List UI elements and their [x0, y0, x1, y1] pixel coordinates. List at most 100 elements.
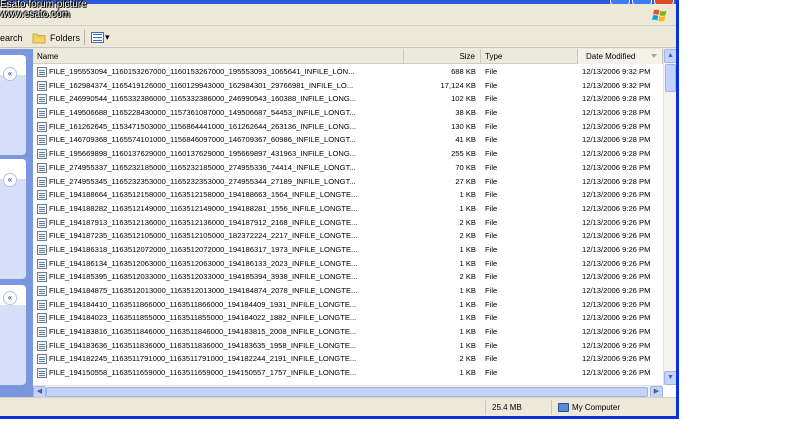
file-row[interactable]: FILE_194184875_1163512013000_11635120130… [33, 284, 663, 298]
file-size: 102 KB [451, 94, 476, 104]
file-icon [37, 190, 47, 201]
file-row[interactable]: FILE_274955337_1165232185000_11652321850… [33, 161, 663, 175]
file-date-modified: 12/13/2006 9:28 PM [582, 135, 651, 145]
collapse-icon[interactable]: « [3, 291, 17, 305]
column-header-type[interactable]: Type [481, 49, 578, 64]
file-size: 2 KB [459, 231, 476, 241]
file-type: File [485, 258, 498, 268]
vertical-scrollbar[interactable]: ▲ ▼ [663, 49, 676, 385]
file-row[interactable]: FILE_194186134_1163512063000_11635120630… [33, 257, 663, 271]
scroll-down-button[interactable]: ▼ [664, 371, 676, 385]
file-date-modified: 12/13/2006 9:26 PM [582, 190, 651, 200]
file-name: FILE_194188282_1163512149000_11635121490… [49, 203, 358, 213]
file-row[interactable]: FILE_194188282_1163512149000_11635121490… [33, 202, 663, 216]
file-date-modified: 12/13/2006 9:28 PM [582, 121, 651, 131]
file-date-modified: 12/13/2006 9:26 PM [582, 340, 651, 350]
file-row[interactable]: FILE_194185395_1163512033000_11635120330… [33, 270, 663, 284]
task-section: « [0, 285, 26, 385]
horizontal-scrollbar[interactable]: ◀ ▶ [33, 385, 663, 398]
toolbar: earch Folders ▾ [0, 27, 676, 48]
file-name: FILE_194183636_1163511836000_11635118360… [49, 340, 357, 350]
scroll-up-button[interactable]: ▲ [664, 49, 676, 63]
file-row[interactable]: FILE_146709368_1165574101000_11568460970… [33, 133, 663, 147]
file-size: 1 KB [459, 340, 476, 350]
file-icon [37, 272, 47, 283]
file-size: 688 KB [451, 67, 476, 76]
views-icon [91, 32, 104, 43]
file-type: File [485, 190, 498, 200]
file-size: 1 KB [459, 244, 476, 254]
file-type: File [485, 354, 498, 364]
sort-descending-icon [651, 54, 657, 58]
file-name: FILE_194185395_1163512033000_11635120330… [49, 272, 358, 282]
file-date-modified: 12/13/2006 9:32 PM [582, 67, 651, 76]
file-icon [37, 258, 47, 269]
file-row[interactable]: FILE_162984374_1165419126000_11601299430… [33, 79, 663, 93]
file-name: FILE_146709368_1165574101000_11568460970… [49, 135, 356, 145]
file-date-modified: 12/13/2006 9:32 PM [582, 80, 651, 90]
horizontal-scroll-thumb[interactable] [46, 387, 648, 397]
file-date-modified: 12/13/2006 9:26 PM [582, 203, 651, 213]
search-label: earch [0, 32, 23, 43]
file-icon [37, 299, 47, 310]
file-name: FILE_194188664_1163512158000_11635121580… [49, 190, 358, 200]
folders-label: Folders [50, 32, 81, 43]
file-row[interactable]: FILE_194187913_1163512136000_11635121360… [33, 216, 663, 230]
file-icon [37, 340, 47, 351]
file-date-modified: 12/13/2006 9:26 PM [582, 299, 651, 309]
file-row[interactable]: FILE_194188664_1163512158000_11635121580… [33, 188, 663, 202]
file-icon [37, 108, 47, 119]
file-size: 2 KB [459, 272, 476, 282]
status-location: My Computer [551, 400, 671, 415]
file-icon [37, 244, 47, 255]
vertical-scroll-thumb[interactable] [665, 64, 676, 92]
explorer-window: earch Folders ▾ « « « Name Size Type Dat… [0, 0, 679, 419]
column-header-size[interactable]: Size [404, 49, 481, 64]
file-size: 27 KB [455, 176, 476, 186]
file-row[interactable]: FILE_194187235_1163512105000_11635121050… [33, 229, 663, 243]
file-row[interactable]: FILE_195669898_1160137629000_11601376290… [33, 147, 663, 161]
file-type: File [485, 313, 498, 323]
folder-icon [32, 33, 46, 43]
file-icon [37, 176, 47, 187]
file-type: File [485, 162, 498, 172]
file-row[interactable]: FILE_195553094_1160153267000_11601532670… [33, 65, 663, 79]
file-row[interactable]: FILE_194182245_1163511791000_11635117910… [33, 352, 663, 366]
file-date-modified: 12/13/2006 9:28 PM [582, 149, 651, 159]
file-row[interactable]: FILE_246990544_1165332386000_11653323860… [33, 92, 663, 106]
file-row[interactable]: FILE_194184410_1163511866000_11635118660… [33, 298, 663, 312]
file-row[interactable]: FILE_194150558_1163511659000_11635116590… [33, 366, 663, 380]
file-date-modified: 12/13/2006 9:28 PM [582, 94, 651, 104]
watermark-line: www.esato.com [0, 9, 71, 20]
file-icon [37, 354, 47, 365]
file-size: 1 KB [459, 190, 476, 200]
file-name: FILE_274955337_1165232185000_11652321850… [49, 162, 356, 172]
column-header-date-modified[interactable]: Date Modified [578, 49, 663, 64]
file-name: FILE_161262645_1153471503000_11568644410… [49, 121, 357, 131]
file-icon [37, 121, 47, 132]
file-type: File [485, 176, 498, 186]
task-section: « [0, 55, 26, 155]
file-row[interactable]: FILE_194183636_1163511836000_11635118360… [33, 339, 663, 353]
file-size: 1 KB [459, 286, 476, 295]
collapse-icon[interactable]: « [3, 173, 17, 187]
file-row[interactable]: FILE_194186318_1163512072000_11635120720… [33, 243, 663, 257]
file-icon [37, 368, 47, 379]
column-header-name[interactable]: Name [33, 49, 404, 64]
file-type: File [485, 231, 498, 241]
windows-logo-icon [652, 9, 667, 22]
file-row[interactable]: FILE_149506688_1165228430000_11573610870… [33, 106, 663, 120]
file-row[interactable]: FILE_194183816_1163511846000_11635118460… [33, 325, 663, 339]
file-row[interactable]: FILE_194184023_1163511855000_11635118550… [33, 311, 663, 325]
folders-button[interactable]: Folders [32, 30, 80, 45]
file-date-modified: 12/13/2006 9:26 PM [582, 354, 651, 364]
views-button[interactable]: ▾ [91, 30, 110, 45]
file-row[interactable]: FILE_274955345_1165232353000_11652323530… [33, 175, 663, 189]
file-icon [37, 313, 47, 324]
file-list: Name Size Type Date Modified FILE_195553… [33, 49, 676, 398]
collapse-icon[interactable]: « [3, 67, 17, 81]
search-button[interactable]: earch [0, 30, 23, 45]
file-size: 41 KB [455, 135, 476, 145]
file-row[interactable]: FILE_161262645_1153471503000_11568644410… [33, 120, 663, 134]
file-rows: FILE_195553094_1160153267000_11601532670… [33, 65, 663, 380]
